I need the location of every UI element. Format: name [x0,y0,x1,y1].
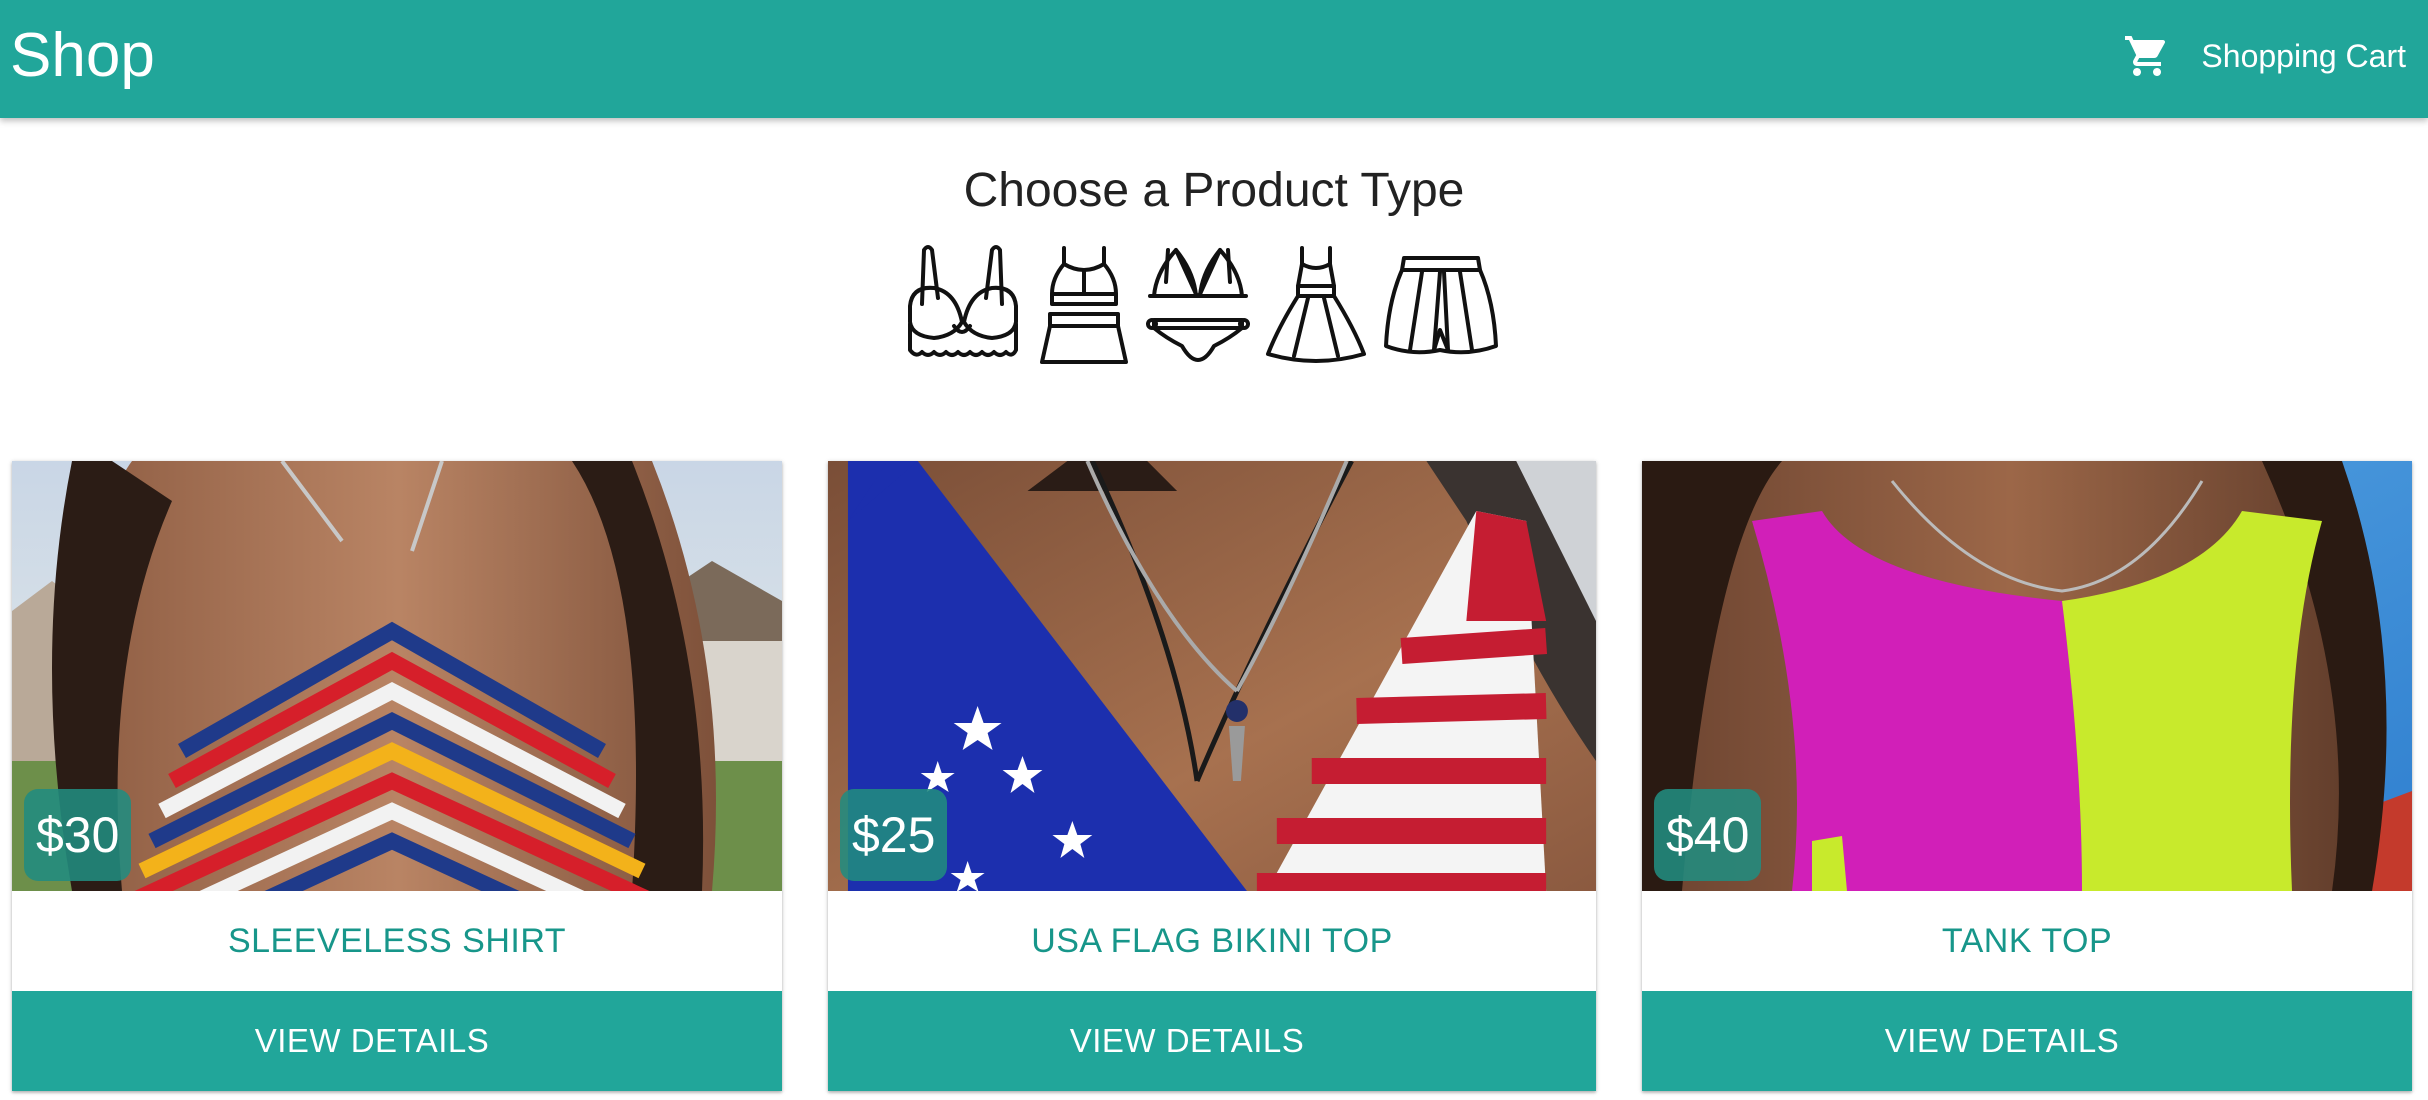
product-type-skirt[interactable] [1382,242,1500,366]
product-type-dress[interactable] [1264,242,1368,366]
view-details-button[interactable]: VIEW DETAILS [828,991,1596,1091]
view-details-button[interactable]: VIEW DETAILS [12,991,782,1091]
product-type-selector [904,242,1500,366]
product-card: $30 SLEEVELESS SHIRT VIEW DETAILS [12,461,782,1091]
product-type-bikini[interactable] [1146,242,1250,366]
product-card: $25 USA FLAG BIKINI TOP VIEW DETAILS [828,461,1596,1091]
product-card: $40 TANK TOP VIEW DETAILS [1642,461,2412,1091]
product-title: USA FLAG BIKINI TOP [1031,921,1393,960]
price-badge: $40 [1654,789,1762,881]
bikini-icon [1146,248,1250,362]
product-type-crop-top-set[interactable] [1036,242,1132,366]
shopping-cart-icon [2125,36,2166,76]
view-details-button[interactable]: VIEW DETAILS [1642,991,2412,1091]
brand-title[interactable]: Shop [10,18,155,94]
price-badge: $30 [24,789,132,881]
bra-icon [908,245,1018,357]
shopping-cart-button[interactable]: Shopping Cart [2123,28,2406,84]
app-bar: Shop Shopping Cart [0,0,2428,118]
product-title: SLEEVELESS SHIRT [227,921,567,960]
crop-top-skirt-set-icon [1040,246,1128,364]
skirt-icon [1384,256,1498,355]
page-heading: Choose a Product Type [963,164,1465,217]
price-badge: $25 [840,789,948,881]
product-title: TANK TOP [1941,921,2113,960]
dress-icon [1266,246,1366,363]
product-type-bra[interactable] [904,242,1022,366]
shopping-cart-label: Shopping Cart [2201,37,2406,74]
